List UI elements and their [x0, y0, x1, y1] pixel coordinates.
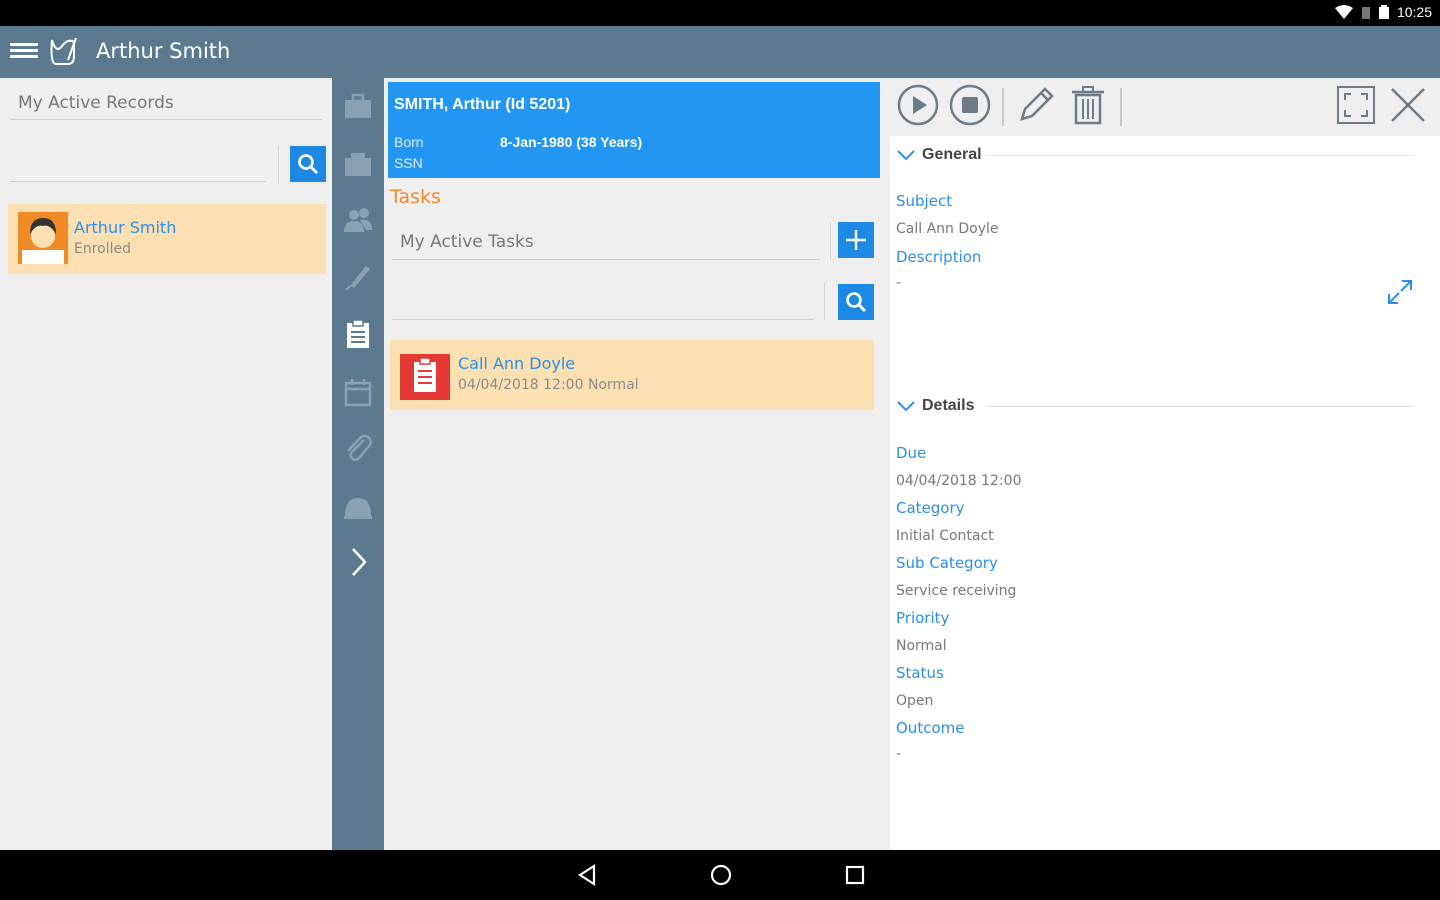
divider: [278, 146, 279, 184]
details-section-header[interactable]: Details: [896, 397, 1414, 415]
chevron-down-icon: [897, 150, 915, 161]
description-label: Description: [896, 248, 982, 266]
status-label: Status: [896, 664, 944, 682]
description-value: -: [896, 275, 902, 291]
record-status: Enrolled: [74, 241, 132, 257]
close-icon[interactable]: [1386, 83, 1430, 127]
signature-icon[interactable]: [342, 260, 374, 292]
attachment-icon[interactable]: [342, 432, 374, 464]
briefcase-icon[interactable]: [342, 90, 374, 122]
detail-toolbar: [890, 78, 1440, 136]
records-panel: My Active Records Arthur Smith Enrolled: [0, 78, 332, 850]
toolbar-separator: [1120, 88, 1122, 126]
status-value: Open: [896, 693, 934, 709]
tasks-section-label: Tasks: [390, 186, 441, 208]
subject-value: Call Ann Doyle: [896, 221, 999, 237]
system-nav-bar: [0, 850, 1440, 900]
subcategory-label: Sub Category: [896, 554, 998, 572]
battery-icon: [1378, 5, 1389, 19]
outcome-value: -: [896, 746, 902, 762]
records-search-input[interactable]: [10, 148, 266, 182]
edit-pencil-icon[interactable]: [1014, 83, 1058, 127]
plus-icon: [846, 230, 866, 250]
category-label: Category: [896, 499, 965, 517]
record-name: Arthur Smith: [74, 218, 177, 237]
tasks-search-button[interactable]: [838, 284, 874, 320]
calendar-icon[interactable]: [342, 376, 374, 408]
subject-label: Subject: [896, 192, 953, 210]
due-label: Due: [896, 444, 927, 462]
trash-icon[interactable]: [1066, 83, 1110, 127]
toolbar-separator: [1002, 88, 1004, 126]
search-icon: [846, 292, 867, 313]
signal-icon: [1361, 7, 1370, 19]
chevron-right-icon[interactable]: [342, 546, 374, 578]
task-item[interactable]: Call Ann Doyle 04/04/2018 12:00 Normal: [390, 340, 874, 410]
clock-text: 10:25: [1396, 4, 1432, 20]
avatar: [18, 212, 68, 264]
task-detail-panel: General Subject Call Ann Doyle Descripti…: [890, 78, 1440, 850]
tasks-filter-field[interactable]: My Active Tasks: [392, 224, 820, 260]
hamburger-menu-icon[interactable]: [10, 40, 38, 62]
app-bar: Arthur Smith: [0, 26, 1440, 78]
patient-header: SMITH, Arthur (Id 5201) Born 8-Jan-1980 …: [388, 82, 880, 178]
tasks-panel: SMITH, Arthur (Id 5201) Born 8-Jan-1980 …: [384, 78, 890, 850]
chevron-down-icon: [897, 401, 915, 412]
home-icon[interactable]: [708, 862, 734, 888]
records-filter-value: My Active Records: [18, 93, 174, 113]
person-avatar-icon: [22, 218, 64, 264]
play-icon[interactable]: [896, 83, 940, 127]
expand-description-icon[interactable]: [1386, 278, 1414, 306]
back-icon[interactable]: [574, 862, 600, 888]
born-label: Born: [394, 134, 424, 150]
stop-icon[interactable]: [948, 83, 992, 127]
task-icon-box: [400, 354, 450, 400]
priority-value: Normal: [896, 638, 947, 654]
category-value: Initial Contact: [896, 528, 994, 544]
subcategory-value: Service receiving: [896, 583, 1017, 599]
divider: [830, 222, 831, 260]
section-divider: [986, 155, 1414, 156]
priority-label: Priority: [896, 609, 950, 627]
task-title: Call Ann Doyle: [458, 354, 576, 373]
add-task-button[interactable]: [838, 222, 874, 258]
task-meta: 04/04/2018 12:00 Normal: [458, 377, 639, 393]
general-label: General: [922, 146, 982, 163]
contacts-icon[interactable]: [342, 204, 374, 236]
tasks-search-input[interactable]: [392, 284, 814, 320]
tasks-icon[interactable]: [342, 318, 374, 350]
module-sidebar: [332, 78, 384, 850]
section-divider: [986, 406, 1414, 407]
status-bar: 10:25: [0, 0, 1440, 26]
case-icon[interactable]: [342, 148, 374, 180]
general-section-header[interactable]: General: [896, 146, 1414, 164]
born-value: 8-Jan-1980 (38 Years): [500, 134, 643, 150]
app-logo-icon: [50, 37, 77, 65]
records-search-button[interactable]: [290, 146, 326, 182]
dome-icon[interactable]: [342, 490, 374, 522]
records-filter-field[interactable]: My Active Records: [10, 90, 322, 120]
divider: [824, 282, 825, 320]
outcome-label: Outcome: [896, 719, 965, 737]
details-label: Details: [922, 397, 975, 414]
tasks-filter-value: My Active Tasks: [400, 232, 534, 252]
search-icon: [298, 154, 319, 175]
recents-icon[interactable]: [842, 862, 868, 888]
ssn-label: SSN: [394, 155, 423, 171]
patient-title: SMITH, Arthur (Id 5201): [394, 96, 571, 113]
due-value: 04/04/2018 12:00: [896, 473, 1022, 489]
maximize-icon[interactable]: [1334, 83, 1378, 127]
wifi-icon: [1334, 5, 1353, 19]
record-item[interactable]: Arthur Smith Enrolled: [8, 204, 326, 274]
clipboard-icon: [414, 357, 436, 392]
app-title: Arthur Smith: [96, 39, 231, 63]
